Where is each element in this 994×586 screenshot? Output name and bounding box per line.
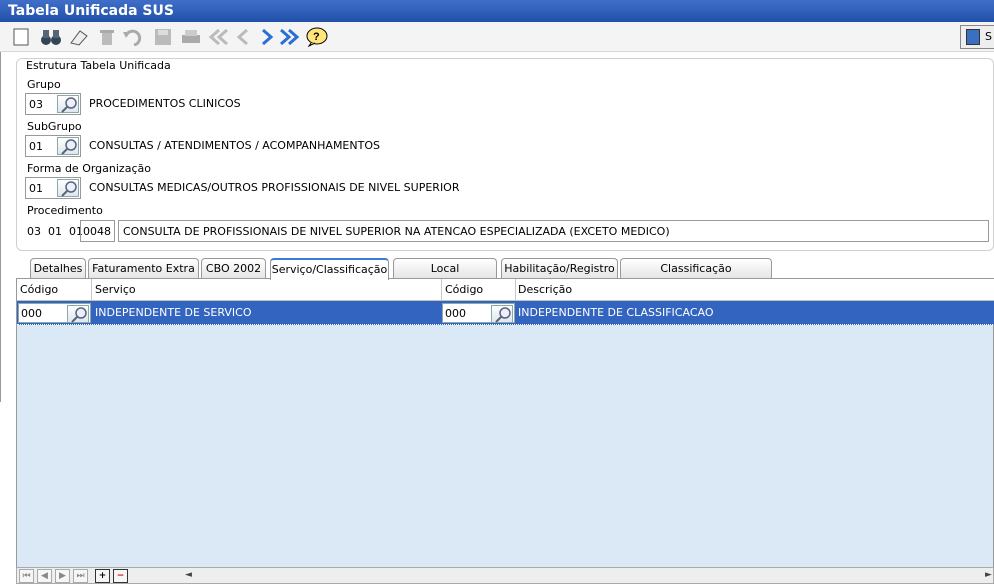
servico-code-field[interactable]: 000 [18, 303, 91, 323]
servico-code-value: 000 [21, 307, 42, 320]
header-codigo-servico[interactable]: Código [20, 283, 58, 296]
forma-code-field[interactable]: 01 [25, 177, 81, 199]
tab-detalhes[interactable]: Detalhes [30, 258, 86, 279]
header-separator [441, 279, 442, 301]
header-codigo-classificacao[interactable]: Código [445, 283, 483, 296]
grid-navigator: ⏮ ◀ ▶ ⏭ + − ◄ ► [16, 567, 994, 584]
nav-last-button[interactable]: ⏭ [73, 569, 88, 583]
tab-servico-classificacao[interactable]: Serviço/Classificação [270, 258, 389, 280]
help-icon[interactable]: ? [306, 26, 328, 48]
window-title: Tabela Unificada SUS [0, 0, 994, 22]
servico-lookup-icon[interactable] [67, 305, 89, 323]
classificacao-code-field[interactable]: 000 [442, 303, 515, 323]
search-binoculars-icon[interactable] [40, 26, 62, 48]
tab-habilitacao-registro[interactable]: Habilitação/Registro [501, 258, 618, 279]
table-row[interactable]: 000 INDEPENDENTE DE SERVICO 000 INDEPEND… [17, 301, 994, 325]
grupo-code-field[interactable]: 03 [25, 93, 81, 115]
toolbar: ? S [0, 22, 994, 52]
forma-code-value: 01 [29, 182, 43, 195]
nav-next-button[interactable]: ▶ [55, 569, 70, 583]
scroll-left-arrow[interactable]: ◄ [185, 570, 192, 580]
header-separator [515, 279, 516, 301]
new-icon[interactable] [10, 26, 32, 48]
grupo-description: PROCEDIMENTOS CLINICOS [89, 97, 241, 110]
classificacao-code-value: 000 [445, 307, 466, 320]
procedimento-description-field: CONSULTA DE PROFISSIONAIS DE NIVEL SUPER… [118, 220, 989, 242]
grupo-label: Grupo [27, 78, 61, 91]
print-icon[interactable] [180, 26, 202, 48]
exit-button[interactable]: S [960, 25, 994, 49]
forma-lookup-icon[interactable] [57, 179, 79, 197]
tab-faturamento-extra[interactable]: Faturamento Extra [88, 258, 199, 279]
undo-icon[interactable] [122, 26, 144, 48]
tab-local-atendimento[interactable]: Local Atendimento [393, 258, 497, 295]
structure-legend: Estrutura Tabela Unificada [23, 59, 174, 72]
grupo-lookup-icon[interactable] [57, 95, 79, 113]
save-icon[interactable] [152, 26, 174, 48]
subgrupo-lookup-icon[interactable] [57, 137, 79, 155]
next-record-icon[interactable] [256, 26, 278, 48]
svg-text:?: ? [313, 31, 320, 43]
left-border [0, 52, 1, 402]
delete-trash-icon[interactable] [96, 26, 118, 48]
classificacao-description: INDEPENDENTE DE CLASSIFICACAO [518, 306, 714, 319]
tab-bar: Detalhes Faturamento Extra CBO 2002 Serv… [16, 258, 994, 295]
tab-classificacao-procedimento[interactable]: Classificação Procedimento [620, 258, 772, 295]
exit-door-icon [966, 29, 980, 45]
forma-label: Forma de Organização [27, 162, 151, 175]
subgrupo-code-value: 01 [29, 140, 43, 153]
previous-record-icon[interactable] [232, 26, 254, 48]
exit-label: S [985, 30, 992, 43]
tab-cbo-2002[interactable]: CBO 2002 [201, 258, 266, 279]
service-classification-grid: Código Serviço Código Descrição 000 INDE… [16, 279, 994, 569]
grupo-code-value: 03 [29, 98, 43, 111]
subgrupo-description: CONSULTAS / ATENDIMENTOS / ACOMPANHAMENT… [89, 139, 380, 152]
nav-add-button[interactable]: + [95, 569, 110, 583]
scroll-right-arrow[interactable]: ► [985, 570, 992, 580]
nav-first-button[interactable]: ⏮ [19, 569, 34, 583]
classificacao-lookup-icon[interactable] [491, 305, 513, 323]
header-servico[interactable]: Serviço [95, 283, 136, 296]
grid-header: Código Serviço Código Descrição [17, 279, 994, 301]
header-separator [91, 279, 92, 301]
procedimento-prefix: 03 01 01 [27, 225, 83, 238]
procedimento-code-field[interactable]: 0048 [80, 220, 115, 242]
subgrupo-label: SubGrupo [27, 120, 82, 133]
subgrupo-code-field[interactable]: 01 [25, 135, 81, 157]
first-record-icon[interactable] [208, 26, 230, 48]
servico-name: INDEPENDENTE DE SERVICO [95, 306, 252, 319]
nav-remove-button[interactable]: − [113, 569, 128, 583]
last-record-icon[interactable] [278, 26, 300, 48]
procedimento-label: Procedimento [27, 204, 103, 217]
header-descricao[interactable]: Descrição [518, 283, 572, 296]
forma-description: CONSULTAS MEDICAS/OUTROS PROFISSIONAIS D… [89, 181, 460, 194]
nav-prev-button[interactable]: ◀ [37, 569, 52, 583]
edit-eraser-icon[interactable] [68, 26, 90, 48]
